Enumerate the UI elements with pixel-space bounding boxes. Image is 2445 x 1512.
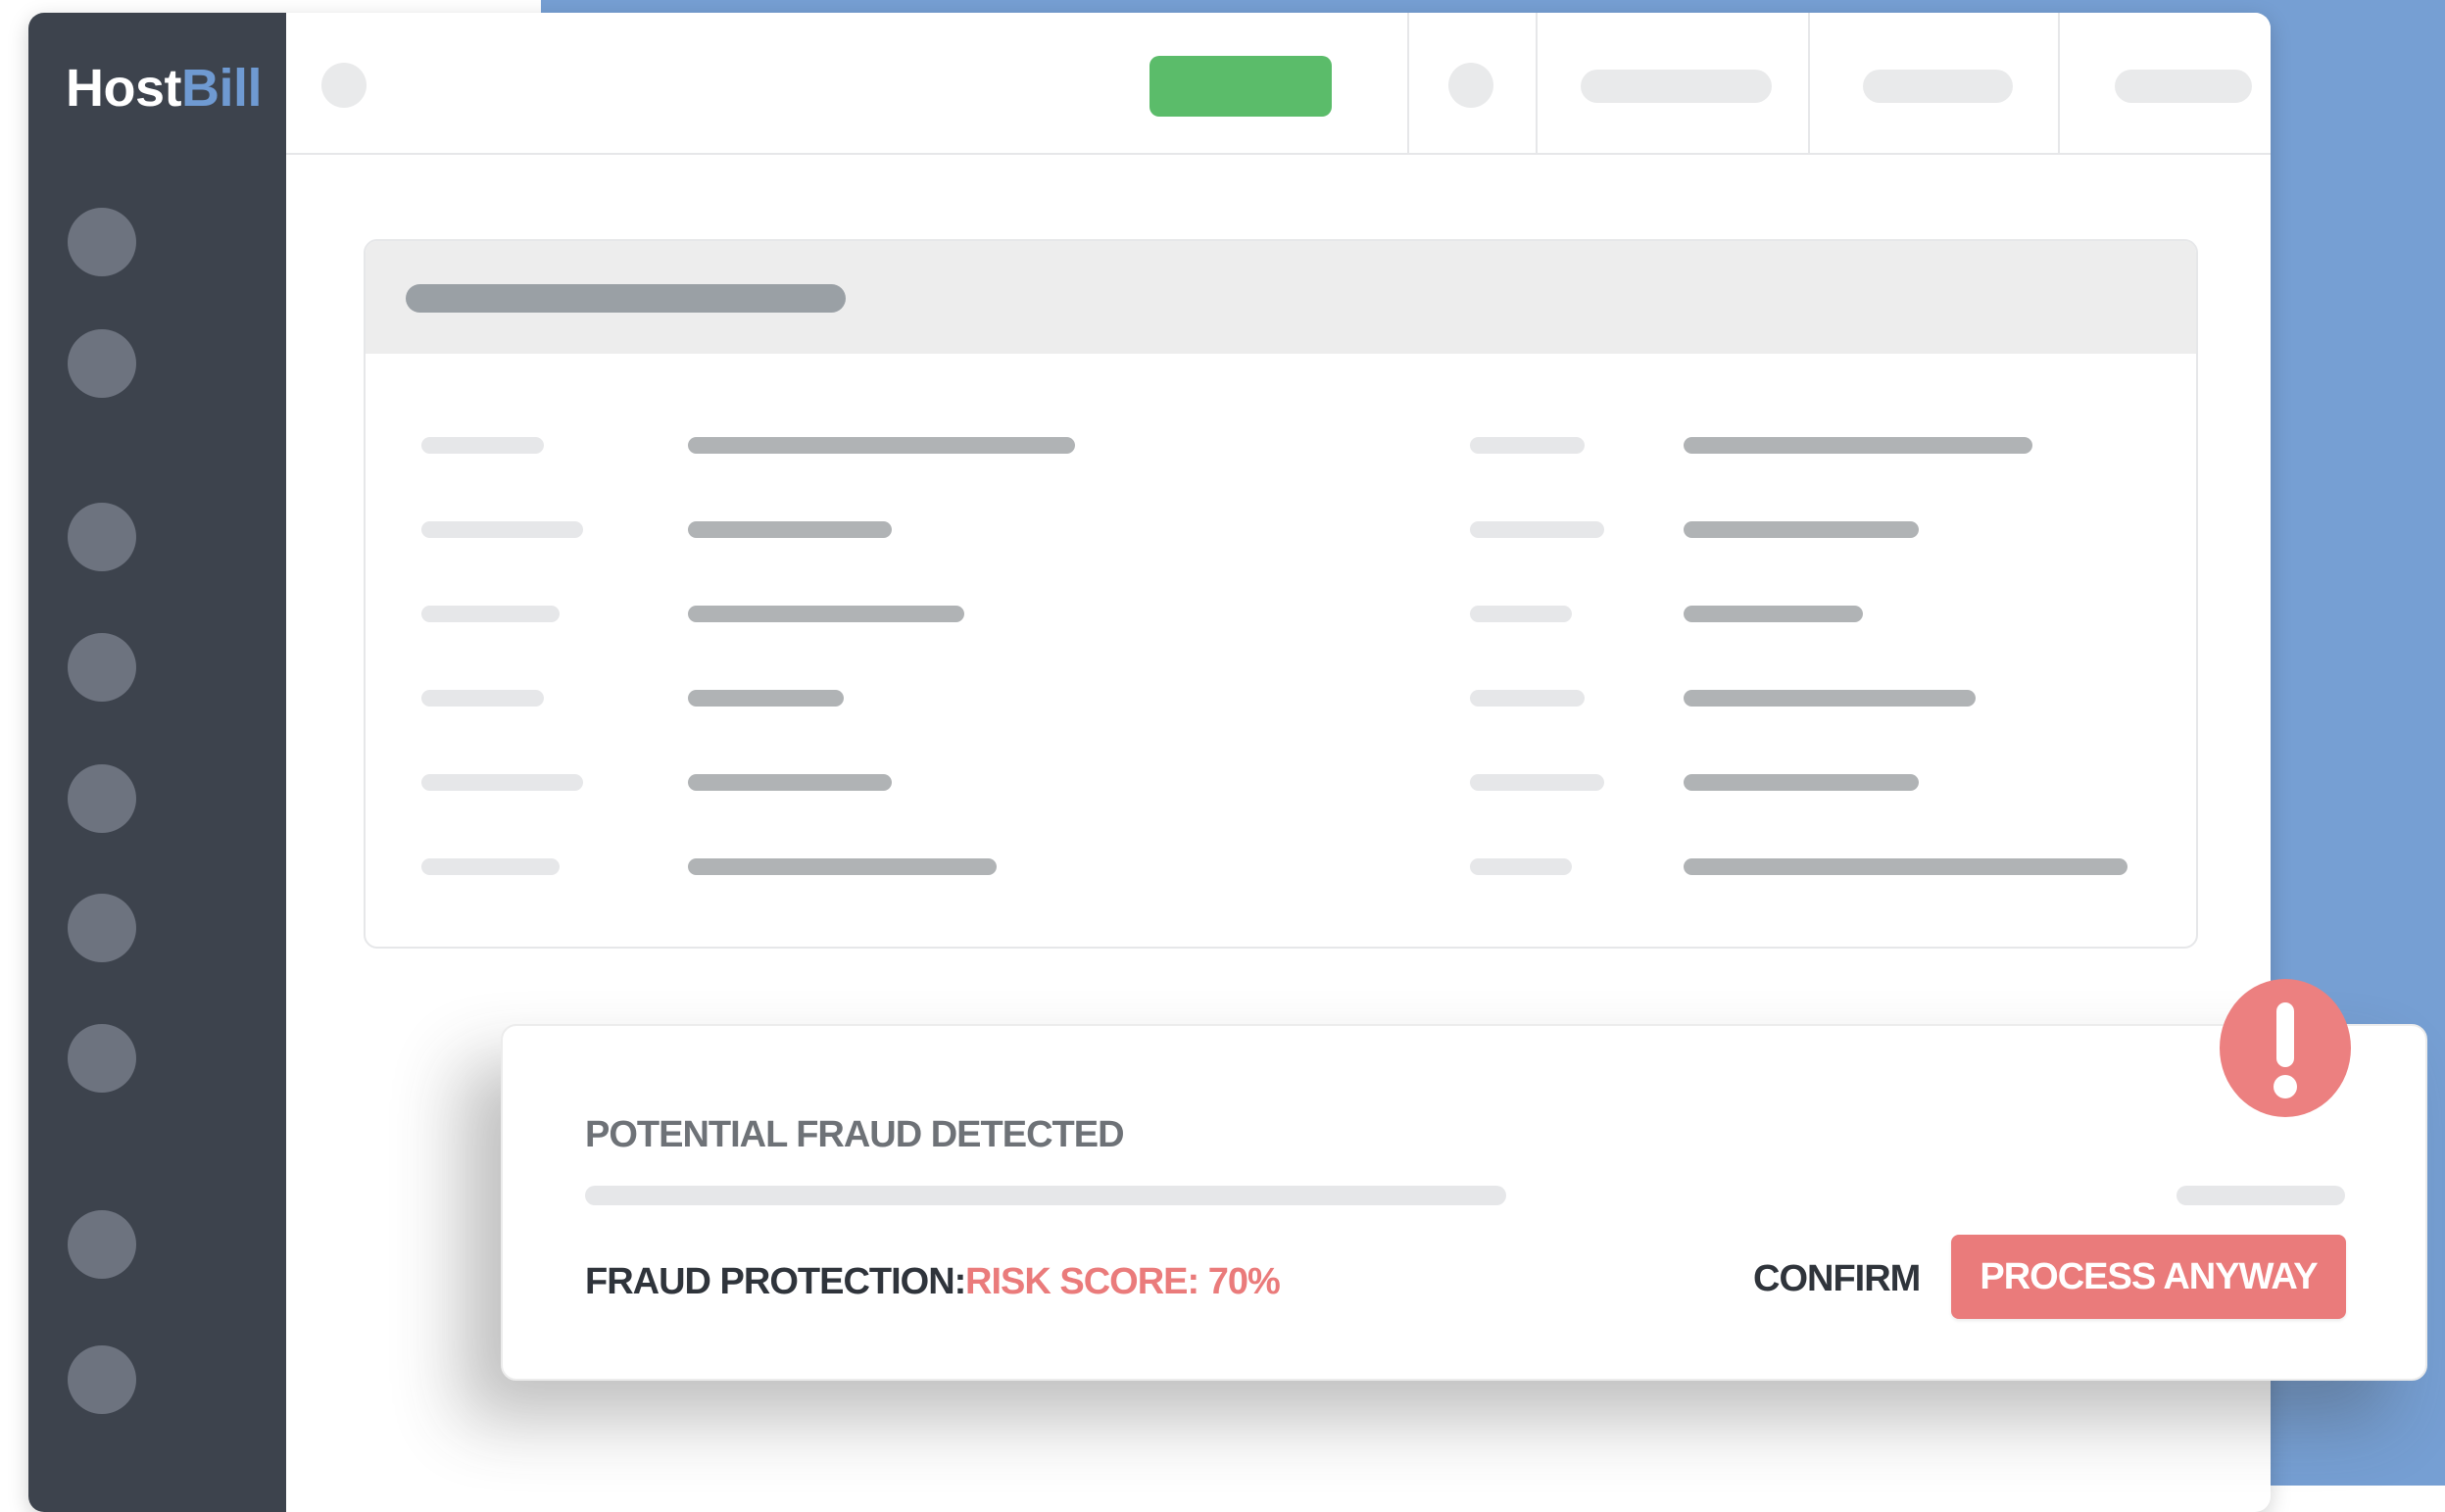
logo-host: Host <box>66 59 182 118</box>
field-value <box>1684 690 1976 707</box>
topbar-divider <box>1407 13 1409 153</box>
field-value <box>1684 606 1863 622</box>
field-label <box>421 437 544 454</box>
field-value <box>688 521 892 538</box>
fraud-alert-panel: POTENTIAL FRAUD DETECTED FRAUD PROTECTIO… <box>501 1024 2427 1381</box>
field-label <box>421 858 560 875</box>
hostbill-logo[interactable]: HostBill <box>66 59 263 118</box>
topbar-menu-item-3[interactable] <box>2115 70 2252 103</box>
field-label <box>421 774 583 791</box>
alert-title: POTENTIAL FRAUD DETECTED <box>585 1114 1125 1155</box>
details-card <box>364 239 2198 949</box>
field-value <box>688 606 964 622</box>
field-label <box>1470 521 1604 538</box>
top-bar <box>286 13 2271 155</box>
field-value <box>1684 858 2127 875</box>
field-value <box>688 858 997 875</box>
field-label <box>1470 774 1604 791</box>
topbar-menu-item-1[interactable] <box>1581 70 1772 103</box>
topbar-divider <box>1536 13 1538 153</box>
risk-score: RISK SCORE: 70% <box>965 1261 1281 1302</box>
field-value <box>1684 521 1919 538</box>
sidebar-nav-icon-4[interactable] <box>68 633 136 702</box>
alert-meta-placeholder <box>2176 1186 2345 1205</box>
field-label <box>1470 437 1585 454</box>
exclamation-icon <box>2220 979 2351 1117</box>
field-value <box>688 690 844 707</box>
field-label <box>421 606 560 622</box>
sidebar-nav-icon-5[interactable] <box>68 764 136 833</box>
card-title-placeholder <box>406 284 846 313</box>
field-label <box>421 521 583 538</box>
sidebar-nav-icon-7[interactable] <box>68 1024 136 1093</box>
sidebar-nav-icon-1[interactable] <box>68 208 136 276</box>
field-value <box>688 774 892 791</box>
field-value <box>1684 774 1919 791</box>
sidebar-nav-icon-8[interactable] <box>68 1210 136 1279</box>
sidebar-nav-icon-6[interactable] <box>68 894 136 962</box>
field-label <box>1470 690 1585 707</box>
sidebar-nav-icon-9[interactable] <box>68 1345 136 1414</box>
field-label <box>421 690 544 707</box>
exclamation-bar <box>2276 1002 2294 1067</box>
field-value <box>1684 437 2032 454</box>
fraud-protection-label: FRAUD PROTECTION: <box>585 1261 966 1302</box>
confirm-button[interactable]: CONFIRM <box>1753 1249 1921 1308</box>
topbar-divider <box>2058 13 2060 153</box>
sidebar-nav-icon-2[interactable] <box>68 329 136 398</box>
topbar-menu-item-2[interactable] <box>1863 70 2013 103</box>
topbar-primary-button[interactable] <box>1149 56 1332 117</box>
logo-bill: Bill <box>181 59 263 118</box>
field-label <box>1470 858 1572 875</box>
topbar-notification-icon[interactable] <box>1448 63 1493 108</box>
topbar-menu-icon[interactable] <box>321 63 367 108</box>
card-header <box>366 241 2196 354</box>
field-label <box>1470 606 1572 622</box>
exclamation-dot <box>2274 1075 2297 1098</box>
sidebar-nav-icon-3[interactable] <box>68 503 136 571</box>
sidebar: HostBill <box>28 13 286 1512</box>
process-anyway-button[interactable]: PROCESS ANYWAY <box>1951 1235 2346 1319</box>
alert-description-placeholder <box>585 1186 1506 1205</box>
topbar-divider <box>1808 13 1810 153</box>
field-value <box>688 437 1075 454</box>
